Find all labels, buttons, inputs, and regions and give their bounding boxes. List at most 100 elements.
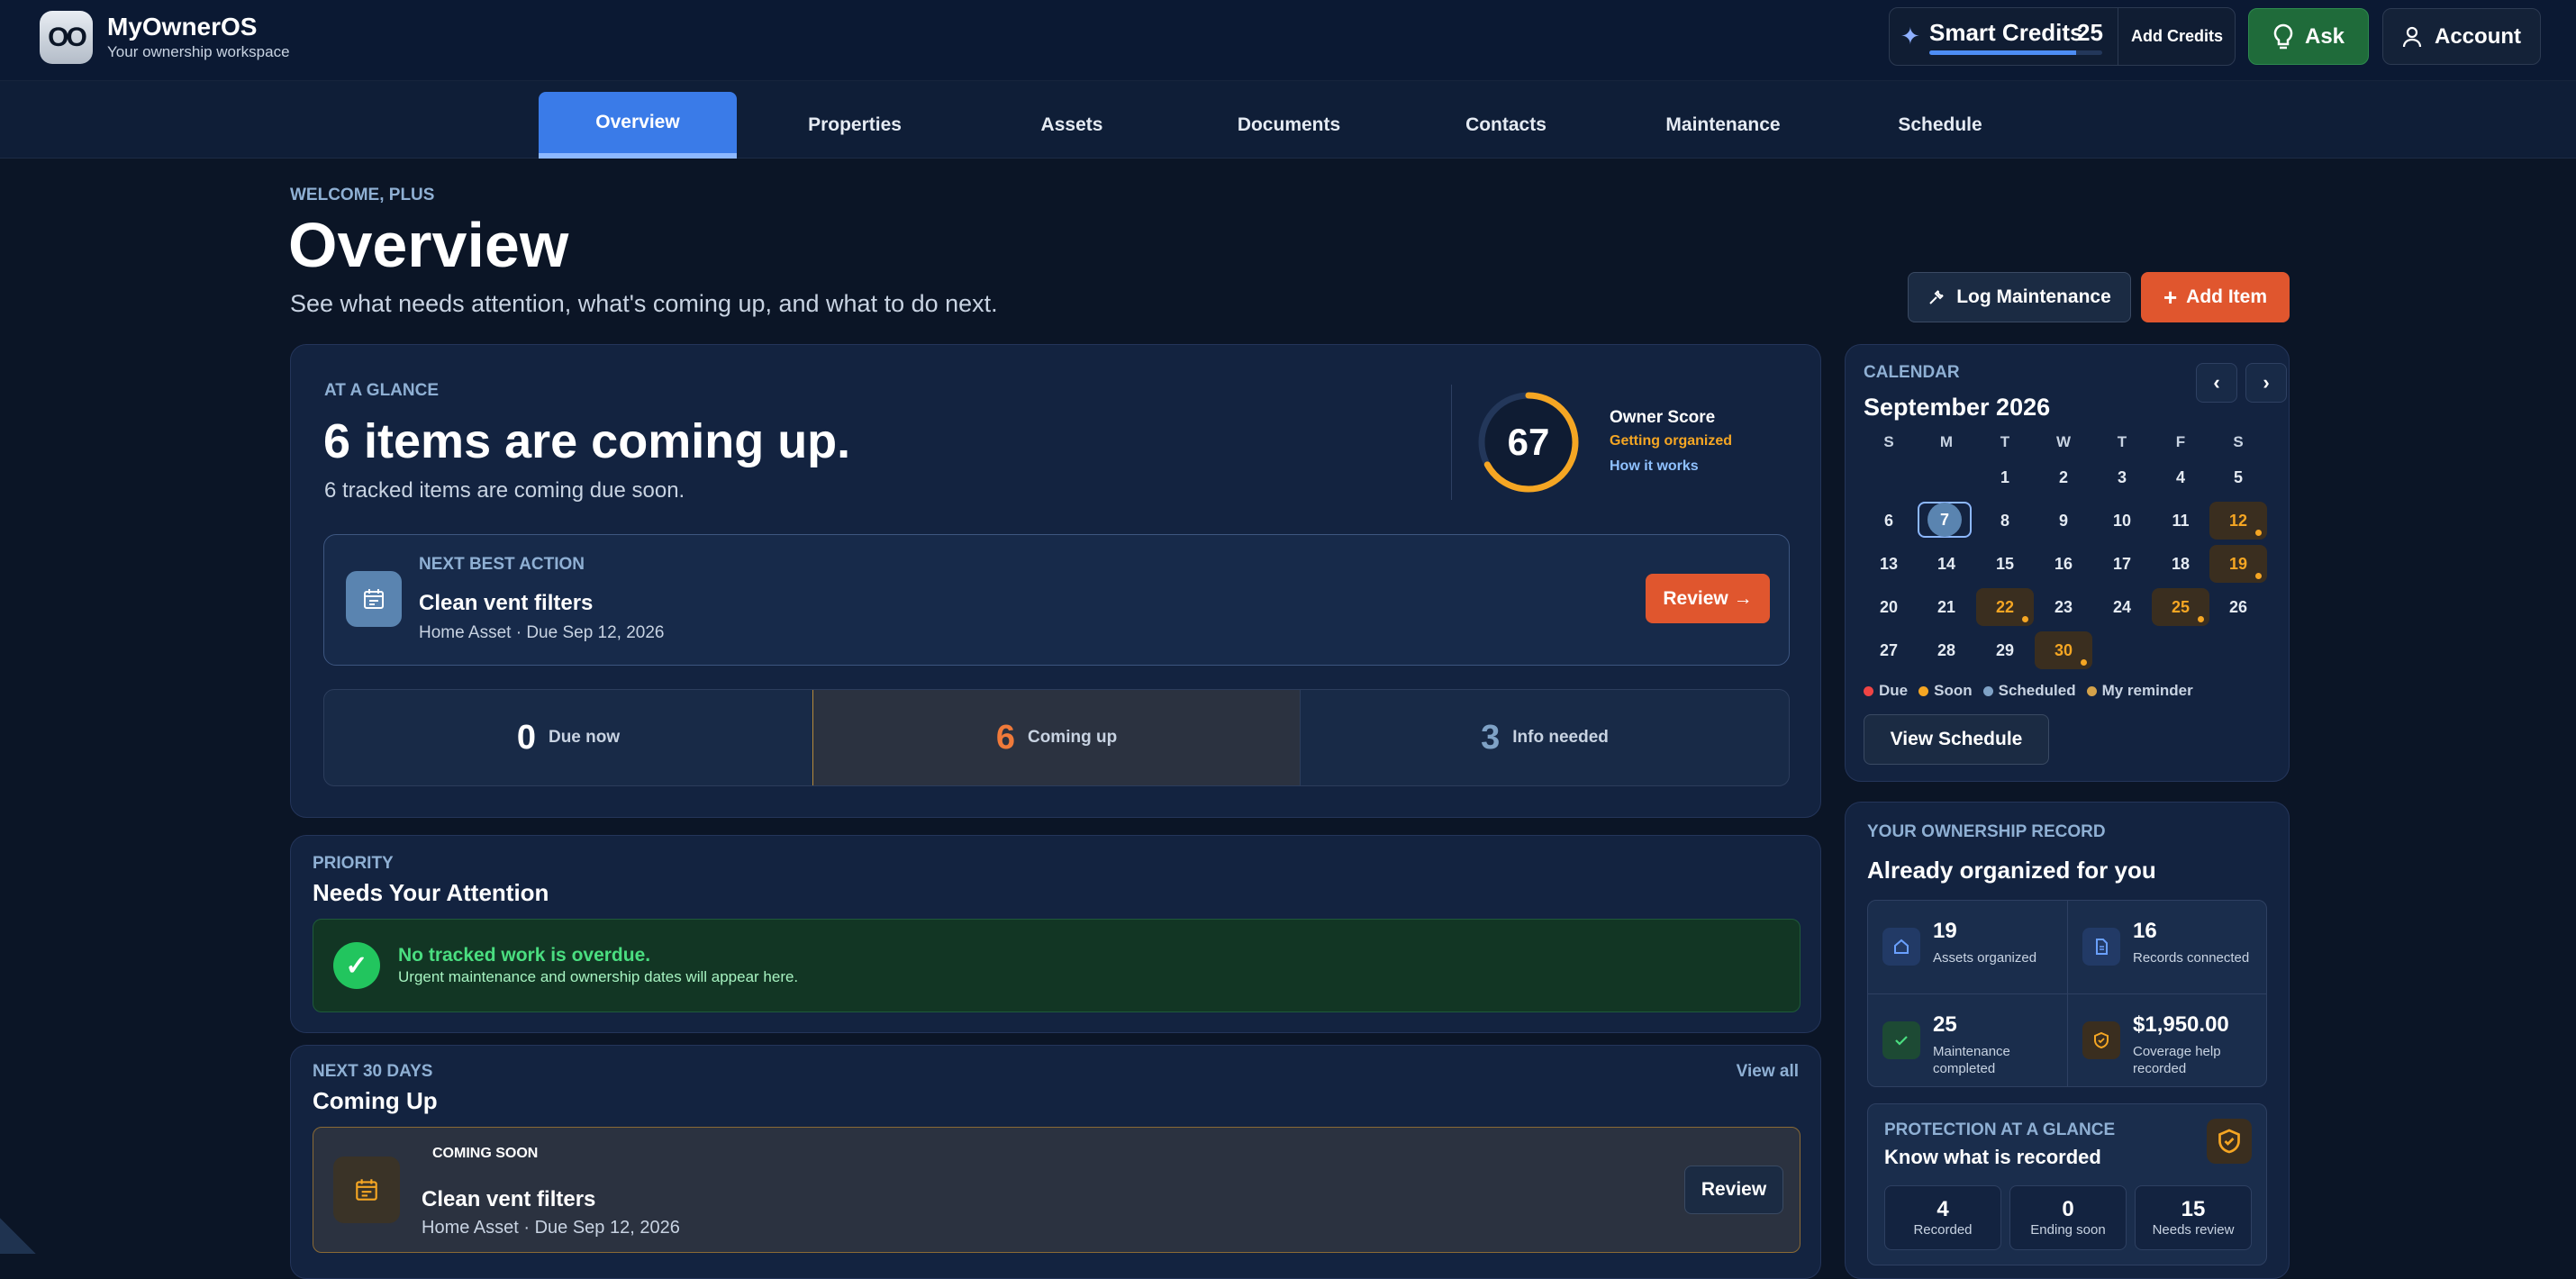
records-connected-stat[interactable]: 16 Records connected [2068,901,2267,993]
next-eyebrow: NEXT 30 DAYS [313,1062,432,1082]
weekday-header: F [2158,433,2203,451]
calendar-day[interactable]: 23 [2035,588,2092,626]
coming-up-review-button[interactable]: Review [1684,1166,1783,1214]
log-maintenance-button[interactable]: Log Maintenance [1908,272,2131,322]
calendar-day[interactable]: 1 [1976,458,2034,496]
no-overdue-banner: ✓ No tracked work is overdue. Urgent mai… [313,919,1800,1012]
how-it-works-link[interactable]: How it works [1610,458,1699,475]
calendar-month: September 2026 [1864,394,2050,422]
nba-meta: Home Asset · Due Sep 12, 2026 [419,623,665,643]
legend-soon: Soon [1918,682,1973,700]
protection-panel: PROTECTION AT A GLANCE Know what is reco… [1867,1103,2267,1265]
needs-review-label: Needs review [2136,1222,2251,1238]
calendar-day[interactable]: 30 [2035,631,2092,669]
coming-up-item-meta: Home Asset · Due Sep 12, 2026 [422,1218,680,1238]
calendar-day[interactable]: 12 [2209,502,2267,540]
coverage-help-stat[interactable]: $1,950.00 Coverage help recorded [2068,994,2267,1087]
due-now-label: Due now [549,728,620,748]
nba-title: Clean vent filters [419,591,593,616]
coming-up-label: Coming up [1028,728,1117,748]
coming-up-count: 6 [996,719,1015,757]
calendar-day[interactable]: 7 [1918,502,1972,538]
calendar-day[interactable]: 4 [2152,458,2209,496]
tab-overview[interactable]: Overview [539,92,737,159]
coming-up-item[interactable]: COMING SOON Clean vent filters Home Asse… [313,1127,1800,1253]
needs-review-count: 15 [2136,1197,2251,1222]
record-eyebrow: YOUR OWNERSHIP RECORD [1867,822,2106,842]
credits-count: 25 [2077,19,2103,47]
app-logo[interactable]: OO [40,11,93,64]
next-best-action: NEXT BEST ACTION Clean vent filters Home… [323,534,1790,666]
calendar-day[interactable]: 28 [1918,631,1975,669]
calendar-icon [346,571,402,627]
calendar-day[interactable]: 29 [1976,631,2034,669]
calendar-day[interactable]: 6 [1860,502,1918,540]
calendar-day[interactable]: 27 [1860,631,1918,669]
calendar-day[interactable]: 26 [2209,588,2267,626]
calendar-day[interactable]: 20 [1860,588,1918,626]
owner-score-value: 67 [1476,390,1581,494]
calendar-day[interactable]: 10 [2093,502,2151,540]
calendar-day[interactable]: 19 [2209,545,2267,583]
account-button[interactable]: Account [2382,8,2541,65]
weekday-header: W [2041,433,2086,451]
user-icon [2402,26,2422,48]
recorded-stat[interactable]: 4Recorded [1884,1185,2001,1250]
priority-title: Needs Your Attention [313,879,549,907]
calendar-day[interactable]: 17 [2093,545,2151,583]
page-title: Overview [288,209,568,281]
calendar-day[interactable]: 9 [2035,502,2092,540]
tab-documents[interactable]: Documents [1189,92,1389,159]
calendar-day[interactable]: 11 [2152,502,2209,540]
tab-assets[interactable]: Assets [973,92,1171,159]
tab-contacts[interactable]: Contacts [1407,92,1605,159]
calendar-day[interactable]: 18 [2152,545,2209,583]
calendar-day[interactable]: 21 [1918,588,1975,626]
next-month-button[interactable]: › [2245,363,2287,403]
due-now-count: 0 [517,719,536,757]
tab-properties[interactable]: Properties [755,92,955,159]
tab-maintenance[interactable]: Maintenance [1623,92,1823,159]
calendar-day[interactable]: 15 [1976,545,2034,583]
legend-my-reminder: My reminder [2087,682,2193,700]
divider [1451,385,1452,500]
priority-card: PRIORITY Needs Your Attention ✓ No track… [290,835,1821,1033]
calendar-day[interactable]: 5 [2209,458,2267,496]
view-schedule-button[interactable]: View Schedule [1864,714,2049,765]
prev-month-button[interactable]: ‹ [2196,363,2237,403]
needs-review-stat[interactable]: 15Needs review [2135,1185,2252,1250]
due-now-stat[interactable]: 0 Due now [324,690,812,785]
calendar-day[interactable]: 8 [1976,502,2034,540]
coming-up-item-title: Clean vent filters [422,1187,595,1212]
ask-button[interactable]: Ask [2248,8,2369,65]
assets-organized-count: 19 [1933,919,1957,944]
view-all-link[interactable]: View all [1737,1062,1799,1082]
weekday-header: M [1924,433,1969,451]
coming-up-stat[interactable]: 6 Coming up [812,690,1301,785]
calendar-day[interactable]: 24 [2093,588,2151,626]
assets-organized-stat[interactable]: 19 Assets organized [1868,901,2067,993]
smart-credits-widget: ✦ Smart Credits 25 Add Credits [1889,7,2236,66]
app-name: MyOwnerOS [107,13,257,41]
owner-score-label: Owner Score [1610,408,1715,428]
calendar-day[interactable]: 3 [2093,458,2151,496]
calendar-card: CALENDAR September 2026 ‹ › SMTWTFS12345… [1845,344,2290,782]
nba-review-button[interactable]: Review → [1646,574,1770,623]
calendar-day[interactable]: 2 [2035,458,2092,496]
add-item-button[interactable]: + Add Item [2141,272,2290,322]
calendar-day[interactable]: 13 [1860,545,1918,583]
recorded-label: Recorded [1885,1222,2000,1238]
info-needed-stat[interactable]: 3 Info needed [1301,690,1789,785]
calendar-day[interactable]: 16 [2035,545,2092,583]
tab-schedule[interactable]: Schedule [1841,92,2039,159]
maintenance-completed-stat[interactable]: 25 Maintenance completed [1868,994,2067,1087]
add-credits-button[interactable]: Add Credits [2118,8,2236,65]
glance-headline: 6 items are coming up. [323,413,850,469]
ending-soon-stat[interactable]: 0Ending soon [2009,1185,2127,1250]
calendar-day[interactable]: 14 [1918,545,1975,583]
calendar-day[interactable]: 25 [2152,588,2209,626]
at-a-glance-card: AT A GLANCE 6 items are coming up. 6 tra… [290,344,1821,818]
calendar-day[interactable]: 22 [1976,588,2034,626]
info-needed-count: 3 [1481,719,1500,757]
record-title: Already organized for you [1867,857,2156,884]
